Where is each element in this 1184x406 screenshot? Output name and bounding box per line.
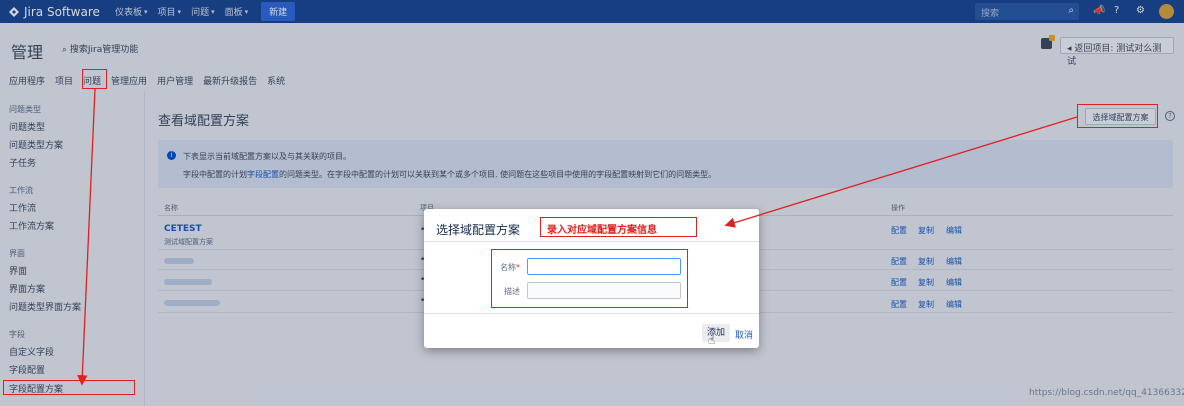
arrow-issues-to-sidebar [77, 88, 96, 386]
annotation-arrows [77, 88, 1078, 386]
arrow-button-to-dialog [724, 116, 1078, 228]
watermark: https://blog.csdn.net/qq_41366332 [1029, 388, 1184, 398]
mouse-cursor-icon: ☝ [708, 333, 716, 347]
